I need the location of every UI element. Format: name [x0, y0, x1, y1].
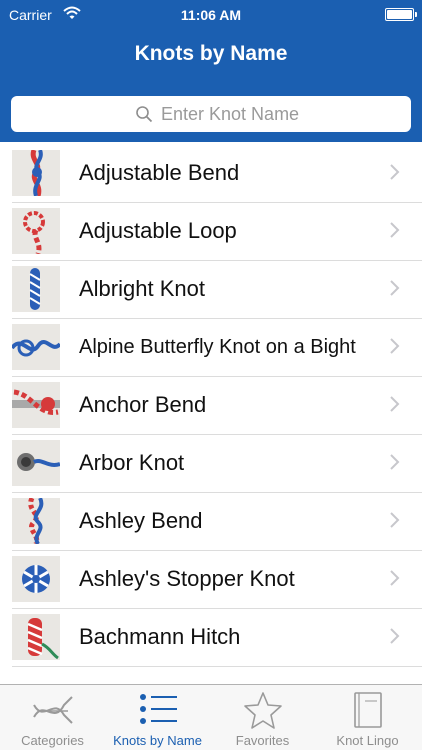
status-bar: Carrier 11:06 AM	[0, 0, 422, 30]
chevron-right-icon	[390, 454, 400, 470]
page-title: Knots by Name	[134, 42, 288, 65]
chevron-right-icon	[390, 628, 400, 644]
knot-name: Adjustable Loop	[79, 218, 237, 243]
tab-label: Favorites	[235, 733, 290, 748]
knot-thumbnail	[12, 150, 60, 196]
knot-name: Alpine Butterfly Knot on a Bight	[79, 336, 356, 358]
chevron-right-icon	[390, 280, 400, 296]
list-item-knot[interactable]: Bachmann Hitch	[0, 608, 422, 667]
knot-thumbnail	[12, 208, 60, 254]
star-icon	[244, 692, 282, 729]
list-item-knot[interactable]: Adjustable Bend	[0, 144, 422, 203]
list-item-knot[interactable]: Adjustable Loop	[0, 202, 422, 261]
list-item-knot[interactable]: Albright Knot	[0, 260, 422, 319]
knot-thumbnail	[12, 498, 60, 544]
tab-label: Knot Lingo	[336, 733, 399, 748]
nav-header: Carrier 11:06 AM Knots by Name	[0, 0, 422, 142]
knot-name: Albright Knot	[79, 276, 205, 301]
knot-icon	[33, 696, 73, 724]
tab-categories[interactable]: Categories	[0, 685, 105, 750]
chevron-right-icon	[390, 164, 400, 180]
knot-name: Bachmann Hitch	[79, 624, 241, 649]
list-item-knot[interactable]: Ashley's Stopper Knot	[0, 550, 422, 609]
tab-knot-lingo[interactable]: Knot Lingo	[315, 685, 420, 750]
list-item-knot[interactable]: Alpine Butterfly Knot on a Bight	[0, 318, 422, 377]
list-icon	[140, 694, 177, 724]
knot-thumbnail	[12, 556, 60, 602]
knot-thumbnail	[12, 382, 60, 428]
search-bar[interactable]	[11, 96, 411, 132]
chevron-right-icon	[390, 338, 400, 354]
knot-thumbnail	[12, 614, 60, 660]
knot-name: Ashley's Stopper Knot	[79, 566, 295, 591]
knot-thumbnail	[12, 440, 60, 486]
battery-icon	[385, 8, 417, 21]
tab-favorites[interactable]: Favorites	[210, 685, 315, 750]
tab-knots-by-name[interactable]: Knots by Name	[105, 685, 210, 750]
list-item-knot[interactable]: Anchor Bend	[0, 376, 422, 435]
knot-name: Anchor Bend	[79, 392, 207, 417]
knot-list[interactable]: Adjustable Bend Adjustable Loop Albright…	[0, 144, 422, 667]
tab-label: Categories	[21, 733, 84, 748]
status-time: 11:06 AM	[180, 7, 242, 23]
book-icon	[354, 692, 382, 728]
search-input[interactable]	[161, 102, 401, 126]
list-item-knot[interactable]: Ashley Bend	[0, 492, 422, 551]
chevron-right-icon	[390, 512, 400, 528]
search-icon	[136, 106, 153, 123]
knot-thumbnail	[12, 266, 60, 312]
list-item-knot[interactable]: Arbor Knot	[0, 434, 422, 493]
tab-label: Knots by Name	[113, 733, 202, 748]
knot-thumbnail	[12, 324, 60, 370]
knot-name: Ashley Bend	[79, 508, 203, 533]
chevron-right-icon	[390, 222, 400, 238]
chevron-right-icon	[390, 570, 400, 586]
tab-bar: Categories Knots by Name Favorites Knot …	[0, 684, 422, 750]
knot-name: Adjustable Bend	[79, 160, 240, 185]
knot-name: Arbor Knot	[79, 450, 185, 475]
chevron-right-icon	[390, 396, 400, 412]
